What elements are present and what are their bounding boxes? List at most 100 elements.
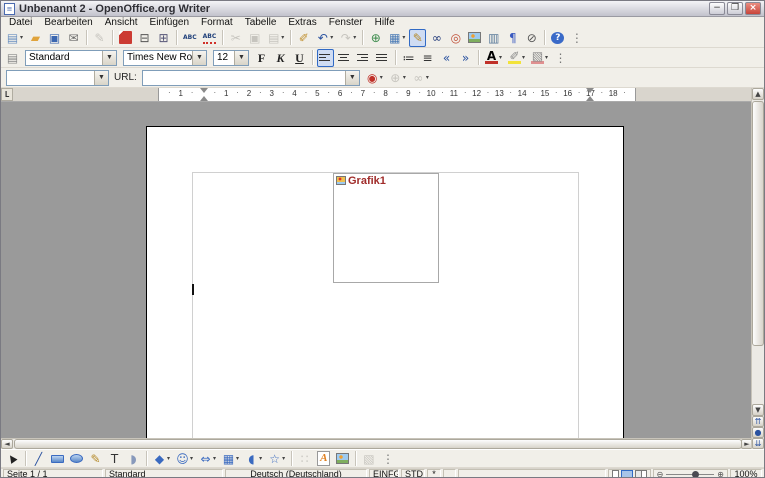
nonprinting-characters-button[interactable]: ¶: [504, 29, 521, 47]
dropdown-arrow-icon[interactable]: ▾: [499, 54, 502, 61]
menu-format[interactable]: Format: [195, 17, 239, 28]
vertical-scroll-thumb[interactable]: [752, 101, 764, 346]
menu-einfuegen[interactable]: Einfügen: [144, 17, 195, 28]
close-button[interactable]: ×: [745, 2, 761, 15]
scroll-left-icon[interactable]: ◄: [1, 439, 13, 449]
toolbar-options-button[interactable]: ⋮: [568, 29, 585, 47]
find-button[interactable]: ∞▾: [410, 69, 431, 87]
zoom-button[interactable]: ⊘: [523, 29, 540, 47]
highlighting-button[interactable]: ✐▾: [506, 49, 527, 67]
chevron-down-icon[interactable]: ▼: [102, 51, 116, 65]
horizontal-ruler[interactable]: 1234567891011121314151617181············…: [13, 88, 764, 101]
edit-file-button[interactable]: ✎: [91, 29, 108, 47]
zoom-out-icon[interactable]: ⊖: [657, 470, 664, 478]
zoom-in-icon[interactable]: ⊕: [717, 470, 724, 478]
copy-button[interactable]: ▣: [246, 29, 263, 47]
scroll-down-icon[interactable]: ▼: [752, 404, 764, 416]
flowchart-button[interactable]: ▦▾: [220, 450, 241, 468]
status-insert-mode[interactable]: EINFG: [369, 469, 399, 478]
menu-extras[interactable]: Extras: [282, 17, 322, 28]
print-button[interactable]: ⊟: [136, 29, 153, 47]
dropdown-arrow-icon[interactable]: ▾: [522, 54, 525, 61]
menu-ansicht[interactable]: Ansicht: [99, 17, 144, 28]
bullet-list-button[interactable]: ≡: [419, 49, 436, 67]
draw-functions-button[interactable]: ✎: [409, 29, 426, 47]
fontwork-gallery-button[interactable]: A: [315, 450, 332, 468]
dropdown-arrow-icon[interactable]: ▾: [426, 74, 429, 81]
stars-button[interactable]: ☆▾: [266, 450, 287, 468]
bold-button[interactable]: F: [253, 49, 270, 67]
ellipse-button[interactable]: [68, 450, 85, 468]
multi-page-view-button[interactable]: [621, 470, 633, 478]
zoom-percent[interactable]: 100%: [730, 469, 762, 478]
increase-indent-button[interactable]: »: [457, 49, 474, 67]
text-animation-button[interactable]: ◗: [125, 450, 142, 468]
status-selection-mode[interactable]: STD: [401, 469, 425, 478]
chevron-down-icon[interactable]: ▼: [192, 51, 206, 65]
horizontal-scroll-thumb[interactable]: [14, 439, 742, 449]
save-button[interactable]: ▣: [46, 29, 63, 47]
find-replace-button[interactable]: ∞: [428, 29, 445, 47]
paste-button[interactable]: ▤▾: [265, 29, 286, 47]
from-file-button[interactable]: [334, 450, 351, 468]
menu-fenster[interactable]: Fenster: [323, 17, 369, 28]
dropdown-arrow-icon[interactable]: ▾: [213, 455, 216, 462]
navigator-button[interactable]: ◎: [447, 29, 464, 47]
decrease-indent-button[interactable]: «: [438, 49, 455, 67]
dropdown-arrow-icon[interactable]: ▾: [20, 34, 23, 41]
dropdown-arrow-icon[interactable]: ▾: [353, 34, 356, 41]
extrusion-button[interactable]: ▧: [360, 450, 377, 468]
toolbar-options-button[interactable]: ⋮: [379, 450, 396, 468]
left-indent-marker[interactable]: [200, 88, 208, 93]
freeform-line-button[interactable]: ✎: [87, 450, 104, 468]
zoom-slider-track[interactable]: [666, 474, 714, 475]
graphic-placeholder-frame[interactable]: Grafik1: [333, 173, 439, 283]
zoom-slider[interactable]: ⊖ ⊕: [653, 469, 728, 478]
dropdown-arrow-icon[interactable]: ▾: [380, 74, 383, 81]
menu-tabelle[interactable]: Tabelle: [239, 17, 283, 28]
italic-button[interactable]: K: [272, 49, 289, 67]
previous-page-button[interactable]: ⇈: [752, 416, 764, 427]
help-button[interactable]: ?: [549, 29, 566, 47]
align-left-button[interactable]: [317, 49, 334, 67]
callouts-button[interactable]: ◖▾: [243, 450, 264, 468]
navigation-button[interactable]: ●: [752, 427, 764, 438]
page-preview-button[interactable]: ⊞: [155, 29, 172, 47]
new-document-button[interactable]: ▤▾: [4, 29, 25, 47]
status-page-style[interactable]: Standard: [105, 469, 223, 478]
dropdown-arrow-icon[interactable]: ▾: [402, 34, 405, 41]
zoom-slider-thumb[interactable]: [692, 471, 699, 478]
dropdown-arrow-icon[interactable]: ▾: [281, 34, 284, 41]
styles-window-button[interactable]: ▤: [4, 49, 21, 67]
dropdown-arrow-icon[interactable]: ▾: [403, 74, 406, 81]
apply-hyperlink-button[interactable]: ⊕▾: [387, 69, 408, 87]
underline-button[interactable]: U: [291, 49, 308, 67]
horizontal-scroll-track[interactable]: [13, 439, 741, 449]
background-color-button[interactable]: ▧▾: [529, 49, 550, 67]
vertical-scrollbar[interactable]: ▲ ▼ ⇈ ● ⇊: [751, 88, 764, 449]
dropdown-arrow-icon[interactable]: ▾: [282, 455, 285, 462]
tab-stop-selector[interactable]: L: [1, 88, 13, 101]
vertical-scroll-track[interactable]: [752, 100, 764, 404]
rectangle-button[interactable]: [49, 450, 66, 468]
book-view-button[interactable]: [635, 470, 647, 478]
align-right-button[interactable]: [355, 49, 372, 67]
dropdown-arrow-icon[interactable]: ▾: [190, 455, 193, 462]
restore-button[interactable]: ❒: [727, 2, 743, 15]
align-justify-button[interactable]: [374, 49, 391, 67]
scroll-up-icon[interactable]: ▲: [752, 88, 764, 100]
table-button[interactable]: ▦▾: [386, 29, 407, 47]
single-page-view-button[interactable]: [612, 470, 619, 478]
dropdown-arrow-icon[interactable]: ▾: [259, 455, 262, 462]
numbered-list-button[interactable]: ≔: [400, 49, 417, 67]
redo-button[interactable]: ↷▾: [337, 29, 358, 47]
data-sources-button[interactable]: ▥: [485, 29, 502, 47]
email-button[interactable]: ✉: [65, 29, 82, 47]
status-language[interactable]: Deutsch (Deutschland): [225, 469, 367, 478]
toolbar-options-button[interactable]: ⋮: [552, 49, 569, 67]
chevron-down-icon[interactable]: ▼: [234, 51, 248, 65]
undo-button[interactable]: ↶▾: [314, 29, 335, 47]
font-size-combo[interactable]: 12 ▼: [213, 50, 249, 66]
right-indent-marker-bottom[interactable]: [586, 96, 594, 101]
format-paintbrush-button[interactable]: ✐: [295, 29, 312, 47]
